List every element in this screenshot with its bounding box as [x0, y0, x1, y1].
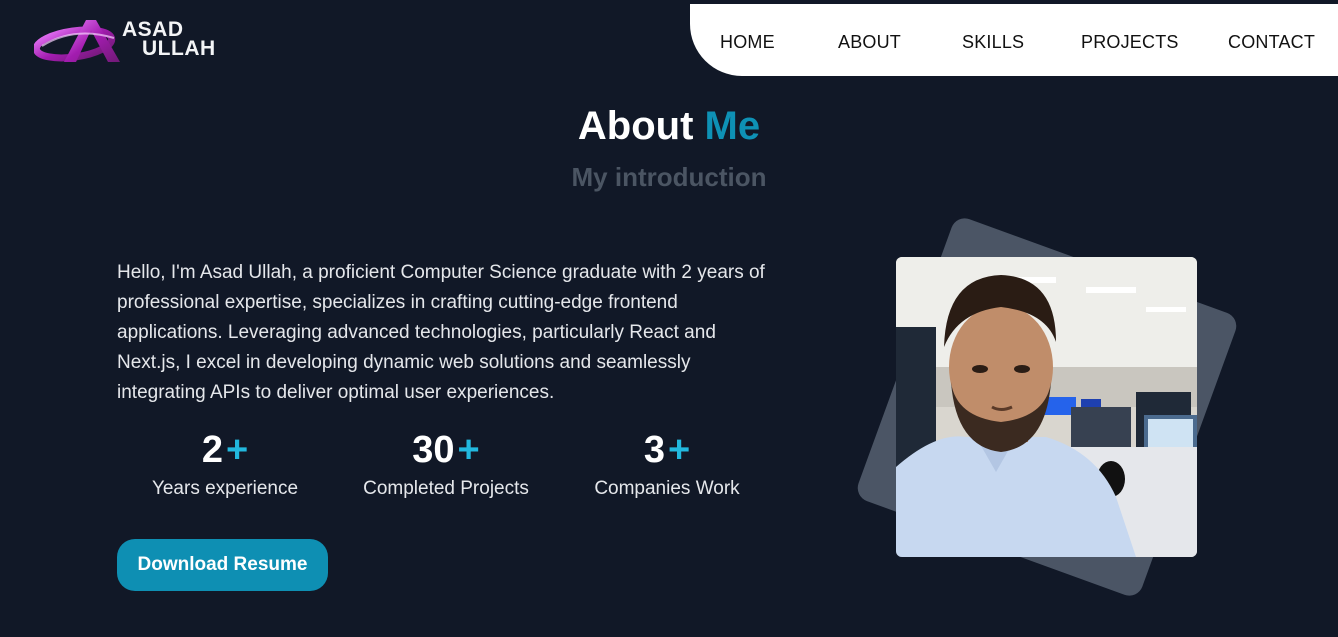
stat-plus: + [667, 429, 691, 471]
intro-paragraph: Hello, I'm Asad Ullah, a proficient Comp… [117, 262, 765, 403]
stat-companies: 3+ Companies Work [582, 428, 752, 500]
nav-home[interactable]: HOME [720, 4, 775, 76]
profile-photo-image [896, 257, 1197, 557]
stat-number: 30 [412, 429, 455, 471]
main-nav: HOME ABOUT SKILLS PROJECTS CONTACT [690, 4, 1338, 76]
stat-label: Companies Work [594, 478, 740, 499]
section-title-main: About [577, 104, 694, 148]
stat-number: 2 [201, 429, 223, 471]
stat-value: 30+ [346, 428, 546, 472]
stat-label: Years experience [151, 478, 299, 499]
download-resume-button[interactable]: Download Resume [117, 539, 328, 591]
logo[interactable]: ASAD ULLAH [34, 16, 244, 68]
swoosh-logo-icon [34, 20, 120, 62]
stat-label: Completed Projects [363, 478, 529, 499]
logo-line-2: ULLAH [142, 37, 216, 60]
profile-photo [896, 257, 1197, 557]
stat-value: 2+ [140, 428, 310, 472]
stat-number: 3 [643, 429, 665, 471]
stat-years: 2+ Years experience [140, 428, 310, 500]
stat-plus: + [225, 429, 249, 471]
stat-projects: 30+ Completed Projects [346, 428, 546, 500]
nav-contact[interactable]: CONTACT [1228, 4, 1315, 76]
logo-text: ASAD ULLAH [122, 19, 216, 60]
section-subtitle: My introduction [571, 162, 767, 192]
stat-plus: + [457, 429, 480, 471]
nav-about[interactable]: ABOUT [838, 4, 901, 76]
stat-value: 3+ [582, 428, 752, 472]
section-title-accent: Me [704, 104, 761, 148]
nav-projects[interactable]: PROJECTS [1081, 4, 1179, 76]
nav-skills[interactable]: SKILLS [962, 4, 1024, 76]
section-title: About Me [0, 104, 1338, 149]
